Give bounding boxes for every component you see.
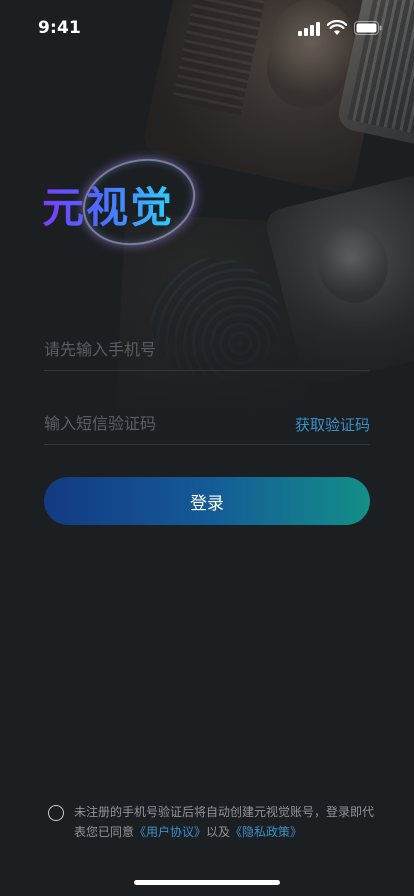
login-button[interactable]: 登录 <box>44 477 370 525</box>
login-screen: 9:41 元视觉 获取验证码 登录 未注册的手机号验证后将自 <box>0 0 414 896</box>
get-code-button[interactable]: 获取验证码 <box>295 414 370 435</box>
home-indicator[interactable] <box>134 880 280 885</box>
agreement-joiner: 以及 <box>206 825 231 839</box>
background-fade <box>0 0 414 896</box>
wifi-icon <box>327 20 347 35</box>
status-bar: 9:41 <box>0 0 414 50</box>
logo-text: 元视觉 <box>42 174 174 235</box>
battery-icon <box>354 21 382 35</box>
code-field: 获取验证码 <box>44 404 370 445</box>
phone-field <box>44 330 370 371</box>
user-agreement-link[interactable]: 《用户协议》 <box>134 825 206 839</box>
status-time: 9:41 <box>38 18 82 38</box>
agreement-text: 未注册的手机号验证后将自动创建元视觉账号，登录即代表您已同意《用户协议》以及《隐… <box>74 802 374 842</box>
sms-code-input[interactable] <box>44 404 264 442</box>
phone-input[interactable] <box>44 330 264 368</box>
app-logo: 元视觉 <box>42 146 212 258</box>
privacy-policy-link[interactable]: 《隐私政策》 <box>230 825 302 839</box>
agree-radio-icon[interactable] <box>48 805 64 821</box>
signal-icon <box>298 22 320 36</box>
